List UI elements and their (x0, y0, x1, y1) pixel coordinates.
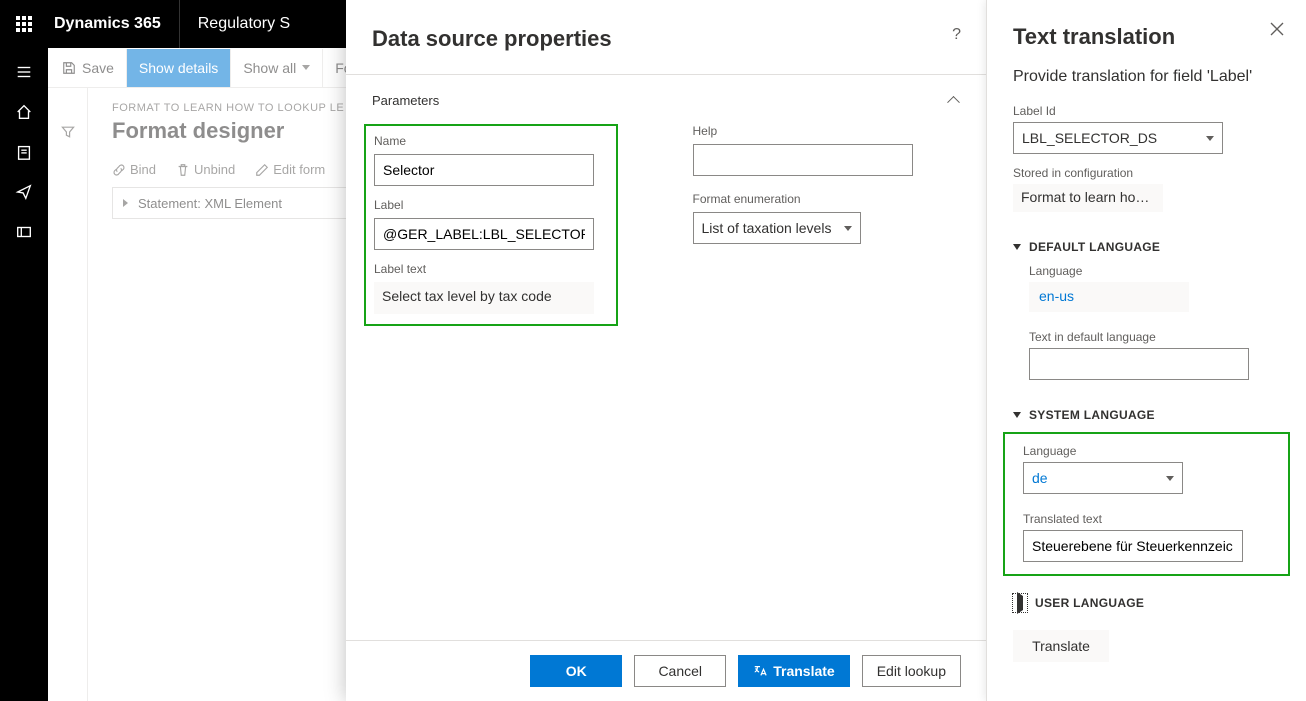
send-icon[interactable] (0, 172, 48, 212)
panel-footer: OK Cancel Translate Edit lookup (346, 640, 987, 701)
default-text-label: Text in default language (1029, 330, 1280, 348)
help-icon[interactable]: ? (952, 26, 961, 44)
translated-text-input[interactable] (1023, 530, 1243, 562)
format-enum-label: Format enumeration (693, 192, 962, 212)
caret-down-icon (1013, 244, 1021, 250)
help-label: Help (693, 124, 962, 144)
label-text-value: Select tax level by tax code (374, 282, 594, 314)
show-all-button[interactable]: Show all (231, 49, 323, 87)
help-input[interactable] (693, 144, 913, 176)
translate-icon (753, 664, 767, 678)
save-button[interactable]: Save (50, 49, 127, 87)
focus-outline (1013, 594, 1027, 612)
translate-button[interactable]: Translate (738, 655, 849, 687)
chevron-down-icon (1206, 136, 1214, 141)
filter-icon[interactable] (60, 124, 76, 143)
label-text-label: Label text (374, 262, 608, 282)
caret-down-icon (1013, 412, 1021, 418)
show-details-label: Show details (139, 60, 218, 76)
stored-config-value: Format to learn how t... (1013, 184, 1163, 212)
name-input[interactable] (374, 154, 594, 186)
close-icon[interactable] (1270, 22, 1284, 39)
system-language-section[interactable]: SYSTEM LANGUAGE (1013, 404, 1280, 432)
save-icon (62, 61, 76, 75)
edit-formula-button[interactable]: Edit form (255, 162, 325, 177)
edit-lookup-button[interactable]: Edit lookup (862, 655, 961, 687)
pencil-icon (255, 163, 269, 177)
unbind-button[interactable]: Unbind (176, 162, 235, 177)
show-details-button[interactable]: Show details (127, 49, 231, 87)
label-input[interactable] (374, 218, 594, 250)
system-language-dropdown[interactable]: de (1023, 462, 1183, 494)
module-icon[interactable] (0, 212, 48, 252)
default-language-label: Language (1029, 264, 1280, 282)
rp-subtitle: Provide translation for field 'Label' (1013, 68, 1280, 104)
translated-text-label: Translated text (1023, 512, 1278, 530)
default-language-section[interactable]: DEFAULT LANGUAGE (1013, 236, 1280, 264)
default-text-input[interactable] (1029, 348, 1249, 380)
system-language-value: de (1032, 470, 1048, 486)
home-icon[interactable] (0, 92, 48, 132)
default-language-value: en-us (1029, 282, 1189, 312)
parameters-highlight-box: Name Label Label text Select tax level b… (364, 124, 618, 326)
nav-menu-icon[interactable] (0, 52, 48, 92)
save-label: Save (82, 60, 114, 76)
stored-config-label: Stored in configuration (1013, 166, 1280, 184)
chevron-down-icon (844, 226, 852, 231)
trash-icon (176, 163, 190, 177)
app-launcher-icon[interactable] (0, 0, 48, 48)
link-icon (112, 163, 126, 177)
rp-title: Text translation (1013, 24, 1280, 68)
label-id-dropdown[interactable]: LBL_SELECTOR_DS (1013, 122, 1223, 154)
label-id-label: Label Id (1013, 104, 1280, 122)
cancel-button[interactable]: Cancel (634, 655, 726, 687)
show-all-label: Show all (243, 60, 296, 76)
waffle-icon (16, 16, 32, 32)
chevron-down-icon (1166, 476, 1174, 481)
system-language-highlight-box: Language de Translated text (1003, 432, 1290, 576)
label-label: Label (374, 198, 608, 218)
recent-icon[interactable] (0, 132, 48, 172)
tree-item-label: Statement: XML Element (138, 196, 282, 211)
chevron-up-icon (949, 95, 961, 107)
text-translation-panel: Text translation Provide translation for… (986, 0, 1306, 701)
label-id-value: LBL_SELECTOR_DS (1022, 130, 1157, 146)
bind-button[interactable]: Bind (112, 162, 156, 177)
parameters-section-header[interactable]: Parameters (372, 81, 961, 124)
caret-right-icon (123, 199, 128, 207)
user-language-section[interactable]: USER LANGUAGE (1013, 590, 1280, 622)
rp-translate-button[interactable]: Translate (1013, 630, 1109, 662)
parameters-label: Parameters (372, 93, 439, 108)
panel-title: Data source properties (372, 26, 612, 52)
page-segment[interactable]: Regulatory S (179, 0, 309, 48)
format-enum-value: List of taxation levels (702, 220, 832, 236)
ok-button[interactable]: OK (530, 655, 622, 687)
format-enum-dropdown[interactable]: List of taxation levels (693, 212, 861, 244)
app-name[interactable]: Dynamics 365 (48, 15, 179, 33)
left-rail (0, 48, 48, 701)
caret-right-icon (1017, 592, 1023, 614)
system-language-label: Language (1023, 444, 1278, 462)
filter-column (48, 88, 88, 701)
chevron-down-icon (302, 65, 310, 70)
data-source-properties-panel: Data source properties ? Parameters Name… (346, 0, 987, 701)
name-label: Name (374, 134, 608, 154)
